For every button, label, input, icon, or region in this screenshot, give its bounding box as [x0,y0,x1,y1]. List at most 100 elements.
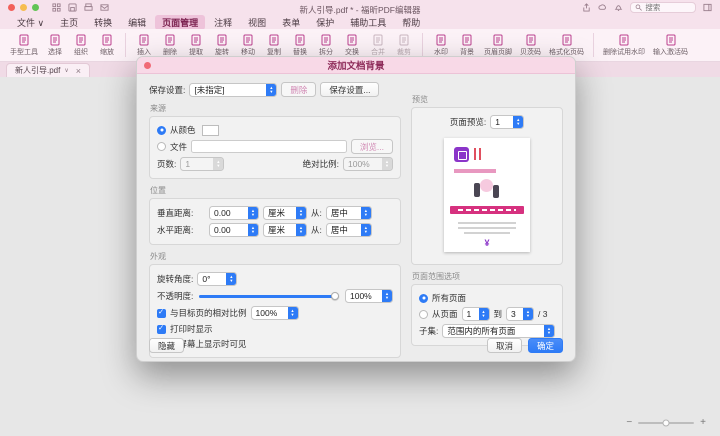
menu-view[interactable]: 视图 [241,15,273,30]
ribbon-extract[interactable]: 提取 [183,32,209,59]
menu-comment[interactable]: 注释 [207,15,239,30]
ribbon-zoom[interactable]: 缩放 [94,32,120,59]
opacity-slider[interactable] [199,295,339,298]
range-to-stepper[interactable]: 3 [506,307,534,321]
range-from-stepper[interactable]: 1 [462,307,490,321]
all-pages-radio[interactable] [419,294,428,303]
apps-grid-icon[interactable] [52,3,61,12]
ribbon-header-footer[interactable]: 页眉页脚 [480,32,516,59]
menu-accessibility[interactable]: 辅助工具 [343,15,393,30]
rotation-stepper[interactable]: 0° [197,272,237,286]
bates-number-icon [525,34,537,46]
window-zoom-button[interactable] [32,4,39,11]
relative-scale-checkbox[interactable] [157,309,166,318]
from-page-radio[interactable] [419,310,428,319]
ribbon-swap[interactable]: 交换 [339,32,365,59]
swap-page-icon [346,34,358,46]
mail-icon[interactable] [100,3,109,12]
from-color-radio[interactable] [157,126,166,135]
ribbon-delete[interactable]: 删除 [157,32,183,59]
window-minimize-button[interactable] [20,4,27,11]
search-input[interactable] [645,3,691,12]
ribbon-group-separator [422,33,423,57]
document-tab[interactable]: 新人引导.pdf ∨ × [6,63,90,77]
ribbon-select-tool[interactable]: 选择 [42,32,68,59]
search-box[interactable] [630,2,696,13]
tab-dropdown-icon[interactable]: ∨ [64,67,68,74]
ribbon-replace[interactable]: 替换 [287,32,313,59]
share-icon[interactable] [582,3,591,12]
ribbon-background[interactable]: 背景 [454,32,480,59]
watermark-icon [435,34,447,46]
tab-close-icon[interactable]: × [76,67,81,75]
menu-page-organize[interactable]: 页面管理 [155,15,205,30]
vertical-distance-stepper[interactable]: 0.00 [209,206,259,220]
ribbon-merge[interactable]: 合并 [365,32,391,59]
file-path-input[interactable] [191,140,347,153]
window-close-button[interactable] [8,4,15,11]
cancel-button[interactable]: 取消 [487,338,522,353]
menu-form[interactable]: 表单 [275,15,307,30]
sidebar-toggle-icon[interactable] [703,3,712,12]
save-setting-button[interactable]: 保存设置... [320,82,379,97]
relative-scale-label: 与目标页的相对比例 [170,307,247,319]
vertical-anchor-select[interactable]: 居中 [326,206,372,220]
preview-text-line [458,227,516,229]
ribbon-hand-tool[interactable]: 手型工具 [6,32,42,59]
bell-icon[interactable] [614,3,623,12]
ribbon-watermark[interactable]: 水印 [428,32,454,59]
zoom-slider-knob[interactable] [663,419,670,426]
preview-app-logo [454,147,469,162]
preview-figure [474,183,480,197]
cloud-icon[interactable] [598,3,607,12]
print-icon[interactable] [84,3,93,12]
menu-edit[interactable]: 编辑 [121,15,153,30]
opacity-stepper[interactable]: 100% [345,289,393,303]
ribbon-remove-trial-watermark[interactable]: 删除试用水印 [599,32,649,59]
horizontal-anchor-select[interactable]: 居中 [326,223,372,237]
from-file-radio[interactable] [157,142,166,151]
menu-protect[interactable]: 保护 [309,15,341,30]
background-color-swatch[interactable] [202,125,219,136]
ribbon-rotate[interactable]: 旋转 [209,32,235,59]
zoom-in-button[interactable]: + [700,417,706,428]
ribbon-move[interactable]: 移动 [235,32,261,59]
horizontal-unit-select[interactable]: 厘米 [263,223,307,237]
preview-figure [493,185,499,198]
delete-setting-button[interactable]: 删除 [281,82,316,97]
show-when-print-checkbox[interactable] [157,325,166,334]
menu-home[interactable]: 主页 [53,15,85,30]
save-settings-select[interactable]: [未指定] [189,83,277,97]
preview-section: 页面预览: 1 [411,107,563,265]
horizontal-distance-stepper[interactable]: 0.00 [209,223,259,237]
menu-convert[interactable]: 转换 [87,15,119,30]
browse-button[interactable]: 浏览... [351,139,393,154]
menu-file[interactable]: 文件 ∨ [10,15,51,30]
vertical-unit-select[interactable]: 厘米 [263,206,307,220]
ribbon-duplicate[interactable]: 复制 [261,32,287,59]
dialog-close-button[interactable] [144,62,151,69]
absolute-scale-stepper[interactable]: 100% [343,157,393,171]
menu-help[interactable]: 帮助 [395,15,427,30]
ribbon-format-page-number[interactable]: 格式化页码 [545,32,588,59]
hide-button[interactable]: 隐藏 [149,338,184,353]
ribbon-organize[interactable]: 组织 [68,32,94,59]
zoom-slider[interactable] [638,422,694,424]
ribbon-split[interactable]: 拆分 [313,32,339,59]
ribbon-insert[interactable]: 插入 [131,32,157,59]
ribbon-bates[interactable]: 贝茨码 [516,32,545,59]
save-icon[interactable] [68,3,77,12]
ribbon-group-separator [125,33,126,57]
stepper-arrows-icon [479,308,489,320]
subset-label: 子集: [419,325,438,337]
page-number-stepper[interactable]: 1 [180,157,224,171]
page-preview-stepper[interactable]: 1 [490,115,524,129]
page-range-section-title: 页面范围选项 [412,271,563,282]
ok-button[interactable]: 确定 [528,338,563,353]
relative-scale-stepper[interactable]: 100% [251,306,299,320]
opacity-slider-knob[interactable] [331,292,339,300]
zoom-out-button[interactable]: − [626,417,632,428]
ribbon-crop[interactable]: 裁剪 [391,32,417,59]
subset-select[interactable]: 范围内的所有页面 [442,324,555,338]
ribbon-enter-activation-code[interactable]: 输入激活码 [649,32,692,59]
